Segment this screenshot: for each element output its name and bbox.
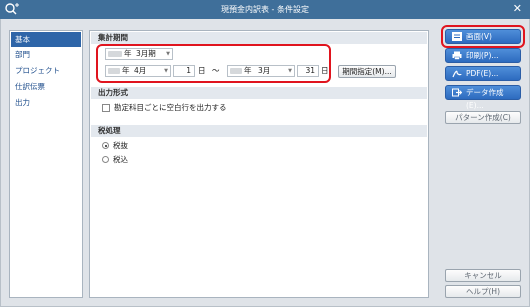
blank-row-checkbox[interactable] <box>102 104 110 112</box>
window-title: 現預金内訳表 - 条件設定 <box>221 5 309 14</box>
close-icon[interactable]: ✕ <box>513 2 522 15</box>
pdf-button[interactable]: PDF(E)... <box>445 66 521 81</box>
sidebar-item-department[interactable]: 部門 <box>11 47 81 62</box>
tax-included-radio[interactable] <box>102 156 109 163</box>
print-button[interactable]: 印刷(P)... <box>445 48 521 63</box>
tax-included-label: 税込 <box>113 155 128 164</box>
sidebar-item-output[interactable]: 出力 <box>11 95 81 110</box>
sidebar-item-project[interactable]: プロジェクト <box>11 63 81 78</box>
data-create-button[interactable]: データ作成(E)... <box>445 85 521 110</box>
help-button[interactable]: ヘルプ(H) <box>445 285 521 298</box>
tax-header: 税処理 <box>91 125 427 137</box>
tax-excluded-radio[interactable] <box>102 142 109 149</box>
printer-icon <box>452 51 462 60</box>
sidebar-item-journal[interactable]: 仕訳伝票 <box>11 79 81 94</box>
period-specify-button[interactable]: 期間指定(M)... <box>338 65 396 78</box>
output-format-header: 出力形式 <box>91 87 427 99</box>
sidebar: 基本 部門 プロジェクト 仕訳伝票 出力 <box>9 30 83 298</box>
tax-excluded-label: 税抜 <box>113 141 128 150</box>
pattern-create-button[interactable]: パターン作成(C) <box>445 111 521 124</box>
aggregation-header: 集計期間 <box>91 32 427 44</box>
export-icon <box>452 88 462 97</box>
pdf-icon <box>452 70 462 78</box>
blank-row-label: 勘定科目ごとに空白行を出力する <box>114 103 227 112</box>
highlight-screen <box>441 25 525 48</box>
sidebar-item-basic[interactable]: 基本 <box>11 32 81 47</box>
highlight-period <box>96 44 331 83</box>
title-bar: 現預金内訳表 - 条件設定 ✕ <box>0 0 530 19</box>
cancel-button[interactable]: キャンセル <box>445 269 521 282</box>
